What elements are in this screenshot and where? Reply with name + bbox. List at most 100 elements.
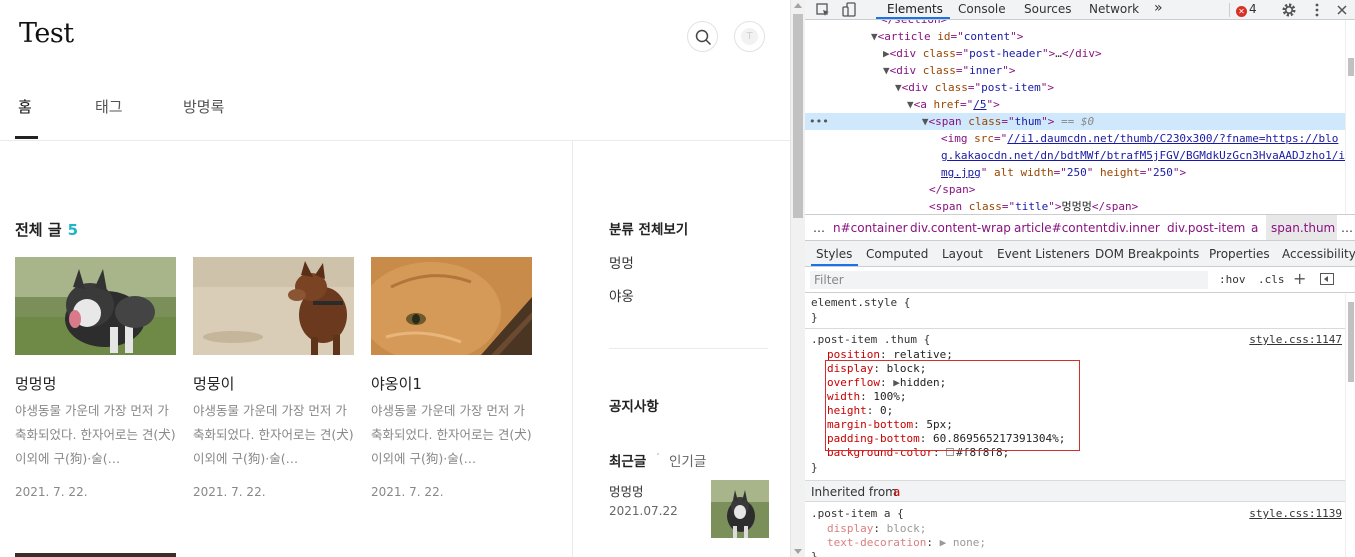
dom-node[interactable]: ▼<article id="content">: [805, 28, 1345, 45]
rule-source-link[interactable]: style.css:1139: [1249, 507, 1342, 521]
nav-tab-tags[interactable]: 태그: [95, 96, 123, 117]
site-title[interactable]: Test: [19, 18, 74, 49]
post-title[interactable]: 멍멍멍: [15, 373, 176, 393]
devtools-tab-elements[interactable]: Elements: [887, 2, 943, 16]
post-thumbnail[interactable]: [15, 257, 176, 355]
post-card[interactable]: 멍뭉이 야생동물 가운데 가장 먼저 가축화되었다. 한자어로는 견(犬) 이외…: [193, 257, 354, 499]
dom-tree-scrollbar-thumb[interactable]: [1348, 58, 1354, 76]
dom-tree[interactable]: </section> ▼<article id="content"> ▶<div…: [805, 20, 1345, 214]
subtab-layout[interactable]: Layout: [942, 247, 983, 261]
post-title[interactable]: 야옹이1: [371, 373, 532, 393]
subtab-event-listeners[interactable]: Event Listeners: [997, 247, 1090, 261]
notice-heading: 공지사항: [609, 399, 659, 415]
rule-selector[interactable]: .post-item .thum {: [811, 333, 930, 347]
post-summary: 야생동물 가운데 가장 먼저 가축화되었다. 한자어로는 견(犬) 이외에 구(…: [193, 403, 354, 466]
breadcrumb-overflow[interactable]: …: [813, 221, 825, 235]
devtools-tab-network[interactable]: Network: [1089, 2, 1139, 16]
dom-node[interactable]: </section>: [805, 20, 1345, 28]
breadcrumb-item[interactable]: div.post-item: [1167, 221, 1245, 235]
post-thumbnail[interactable]: [193, 257, 354, 355]
rule-source-link[interactable]: style.css:1147: [1249, 333, 1342, 347]
page-scrollbar-thumb[interactable]: [793, 14, 803, 218]
dom-node[interactable]: <img src="//i1.daumcdn.net/thumb/C230x30…: [805, 130, 1345, 147]
subtab-properties[interactable]: Properties: [1209, 247, 1270, 261]
post-thumbnail[interactable]: [371, 257, 532, 355]
rule-selector[interactable]: .post-item a {: [811, 507, 904, 521]
profile-button[interactable]: T: [734, 21, 765, 52]
css-property-inherited[interactable]: display: block;: [827, 522, 926, 536]
recent-post-thumbnail[interactable]: [711, 480, 769, 538]
dom-eq-marker: == $0: [1061, 115, 1095, 128]
close-icon[interactable]: [1334, 2, 1350, 18]
post-title[interactable]: 멍뭉이: [193, 373, 354, 393]
more-options-icon[interactable]: [1309, 2, 1325, 18]
dom-node[interactable]: <span class="title">멍멍멍</span>: [805, 198, 1345, 214]
device-toolbar-icon[interactable]: [841, 2, 857, 18]
husky-thumb-photo: [711, 480, 769, 538]
search-button[interactable]: [687, 21, 718, 52]
category-heading[interactable]: 분류 전체보기: [609, 218, 688, 238]
breadcrumb-item[interactable]: a: [1251, 221, 1258, 235]
css-property-inherited[interactable]: text-decoration: ▶ none;: [827, 536, 986, 550]
scroll-down-arrow-icon[interactable]: [794, 549, 802, 554]
class-toggle[interactable]: .cls: [1258, 273, 1285, 286]
brown-dog-photo: [193, 257, 354, 355]
devtools-tab-sources[interactable]: Sources: [1024, 2, 1071, 16]
dom-node-continued[interactable]: g.kakaocdn.net/dn/bdtMWf/btrafM5jFGV/BGM…: [805, 147, 1345, 164]
breadcrumb-item[interactable]: div.content-wrap: [910, 221, 1011, 235]
dom-node[interactable]: ▼<a href="/5">: [805, 96, 1345, 113]
breadcrumb-item[interactable]: article#content: [1014, 221, 1108, 235]
nav-tab-home[interactable]: 홈: [18, 96, 32, 117]
dom-href[interactable]: /5: [973, 98, 986, 111]
dom-img-src-line3[interactable]: mg.jpg: [805, 166, 981, 179]
new-style-rule-plus-icon[interactable]: +: [1293, 269, 1306, 288]
dom-node[interactable]: ▼<div class="post-item">: [805, 79, 1345, 96]
dom-img-src-line1[interactable]: //i1.daumcdn.net/thumb/C230x300/?fname=h…: [1007, 132, 1338, 145]
category-item[interactable]: 야옹: [609, 285, 634, 305]
dom-node-selected[interactable]: ••• ▼<span class="thum"> == $0: [805, 113, 1345, 130]
scroll-up-arrow-icon[interactable]: [794, 3, 802, 8]
breadcrumb-item[interactable]: n#container: [833, 221, 908, 235]
nav-divider: [0, 140, 790, 141]
dom-node[interactable]: ▼<div class="inner">: [805, 62, 1345, 79]
post-list-heading: 전체 글 5: [15, 219, 78, 240]
dom-node[interactable]: </span>: [805, 181, 1345, 198]
inspect-element-icon[interactable]: [815, 2, 831, 18]
devtools-tab-console[interactable]: Console: [958, 2, 1006, 16]
post-card[interactable]: 멍멍멍 야생동물 가운데 가장 먼저 가축화되었다. 한자어로는 견(犬) 이외…: [15, 257, 176, 499]
dom-title-class: title: [1015, 200, 1049, 213]
styles-filter-input[interactable]: [810, 271, 1208, 289]
error-icon: ✕: [1236, 6, 1247, 17]
subtab-dom-breakpoints[interactable]: DOM Breakpoints: [1095, 247, 1199, 261]
post-card[interactable]: 야옹이1 야생동물 가운데 가장 먼저 가축화되었다. 한자어로는 견(犬) 이…: [371, 257, 532, 499]
dom-tree-scrollbar[interactable]: [1345, 20, 1355, 214]
subtab-computed[interactable]: Computed: [866, 247, 928, 261]
styles-scrollbar[interactable]: [1345, 294, 1355, 557]
styles-scrollbar-thumb[interactable]: [1348, 302, 1354, 382]
subtab-styles[interactable]: Styles: [816, 247, 852, 261]
styles-pane[interactable]: element.style { } .post-item .thum { sty…: [805, 294, 1345, 557]
recent-post-title[interactable]: 멍멍멍: [609, 481, 644, 500]
breadcrumb-overflow[interactable]: …: [1341, 221, 1353, 235]
inherited-tag[interactable]: a: [893, 485, 900, 499]
annotation-highlight-box: [825, 360, 1080, 451]
settings-gear-icon[interactable]: [1281, 2, 1297, 18]
subtab-accessibility[interactable]: Accessibility: [1282, 247, 1355, 261]
recent-posts-tab[interactable]: 최근글: [609, 450, 646, 470]
element-style-selector[interactable]: element.style {: [811, 296, 910, 310]
dom-node[interactable]: ▶<div class="post-header">…</div>: [805, 45, 1345, 62]
toggle-sidebar-icon[interactable]: [1320, 273, 1334, 285]
devtools-panel: Elements Console Sources Network » ✕4 </…: [805, 0, 1355, 557]
hover-state-toggle[interactable]: :hov: [1219, 273, 1246, 286]
category-item[interactable]: 멍멍: [609, 252, 634, 272]
error-counter[interactable]: ✕ 4: [1236, 2, 1257, 17]
page-scrollbar[interactable]: [790, 0, 805, 557]
breadcrumb-item[interactable]: div.inner: [1108, 221, 1160, 235]
dom-node-continued[interactable]: mg.jpg" alt width="250" height="250">: [805, 164, 1345, 181]
popular-posts-tab[interactable]: 인기글: [669, 450, 706, 470]
nav-tab-guestbook[interactable]: 방명록: [183, 96, 224, 117]
dom-article-id: content: [963, 30, 1011, 43]
breadcrumb-item-active[interactable]: span.thum: [1271, 221, 1335, 235]
dom-img-src-line2[interactable]: g.kakaocdn.net/dn/bdtMWf/btrafM5jFGV/BGM…: [805, 149, 1345, 162]
more-tabs-chevron-icon[interactable]: »: [1154, 0, 1163, 16]
